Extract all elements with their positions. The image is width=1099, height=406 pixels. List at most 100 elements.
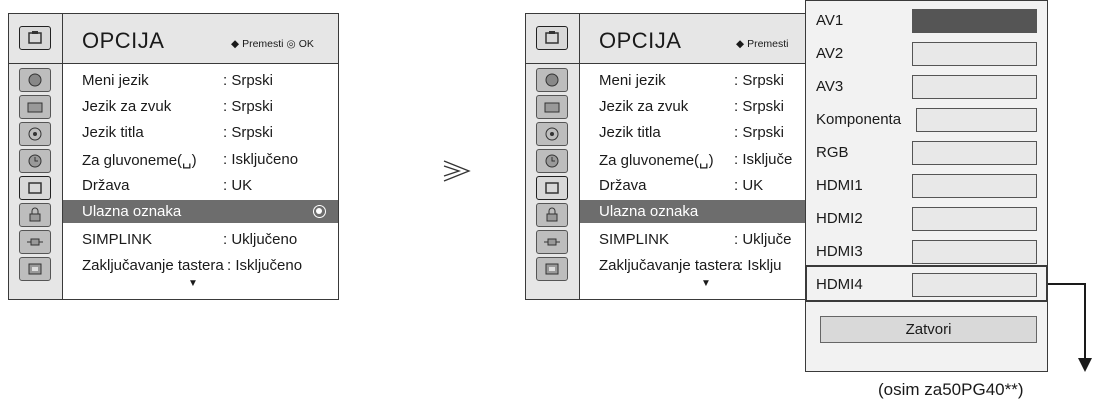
footnote: (osim za50PG40**) bbox=[878, 380, 1024, 399]
popup-row-hdmi1[interactable]: HDMI1 bbox=[806, 169, 1047, 202]
row-label: SIMPLINK bbox=[82, 231, 153, 248]
popup-row-av1[interactable]: AV1 bbox=[806, 4, 1047, 37]
row-label: Meni jezik bbox=[599, 72, 666, 89]
input-label-field[interactable] bbox=[912, 9, 1037, 33]
option-category-icon-top bbox=[9, 14, 63, 64]
row-label: Za gluvoneme(␣) bbox=[599, 152, 714, 169]
menu-row-meni-jezik[interactable]: Meni jezik : Srpski bbox=[63, 69, 338, 92]
popup-row-hdmi3[interactable]: HDMI3 bbox=[806, 235, 1047, 268]
input-name: AV3 bbox=[816, 78, 844, 95]
row-value: : Srpski bbox=[734, 72, 785, 89]
input-name: HDMI4 bbox=[816, 276, 863, 293]
menu-row-jezik-titla[interactable]: Jezik titla : Srpski bbox=[580, 121, 814, 144]
popup-row-av3[interactable]: AV3 bbox=[806, 70, 1047, 103]
input-name: AV1 bbox=[816, 12, 844, 29]
menu-row-drzava[interactable]: Država: UK bbox=[580, 174, 814, 197]
menu-row-ulazna-oznaka[interactable]: Ulazna oznaka bbox=[63, 200, 338, 223]
input-icon[interactable] bbox=[536, 230, 568, 254]
row-value: : Isključe bbox=[734, 151, 793, 168]
picture-icon[interactable] bbox=[536, 68, 568, 92]
popup-row-av2[interactable]: AV2 bbox=[806, 37, 1047, 70]
option-category-icon-top bbox=[526, 14, 580, 64]
clock-icon[interactable] bbox=[536, 122, 568, 146]
category-column bbox=[9, 64, 63, 299]
menu-row-meni-jezik[interactable]: Meni jezik : Srpski bbox=[580, 69, 814, 92]
option-menu-right: OPCIJA ◆ Premesti Meni jezik : Srpski Jez… bbox=[525, 13, 815, 300]
row-label: Jezik titla bbox=[599, 124, 661, 141]
row-label: SIMPLINK bbox=[599, 231, 670, 248]
input-label-field[interactable] bbox=[912, 240, 1037, 264]
input-name: RGB bbox=[816, 144, 849, 161]
row-value: : Srpski bbox=[734, 98, 785, 115]
input-name: AV2 bbox=[816, 45, 844, 62]
row-value: : Srpski bbox=[734, 124, 785, 141]
lock-icon[interactable] bbox=[19, 203, 51, 227]
menu-row-simplink[interactable]: SIMPLINK: Uključe bbox=[580, 228, 814, 251]
input-label-field[interactable] bbox=[912, 207, 1037, 231]
popup-row-hdmi4[interactable]: HDMI4 bbox=[806, 268, 1047, 301]
scroll-down-icon[interactable]: ▼ bbox=[188, 278, 198, 289]
row-value: : Isključeno bbox=[227, 257, 303, 274]
row-value: : Srpski bbox=[223, 98, 274, 115]
row-label: Zaključavanje tastera bbox=[599, 257, 741, 274]
row-label: Ulazna oznaka bbox=[82, 203, 182, 220]
option-icon bbox=[536, 26, 568, 50]
scroll-down-icon[interactable]: ▼ bbox=[701, 278, 711, 289]
move-arrows-icon: ◆ bbox=[736, 38, 745, 50]
popup-row-komponenta[interactable]: Komponenta bbox=[806, 103, 1047, 136]
input-name: Komponenta bbox=[816, 111, 902, 128]
selected-radio-icon bbox=[313, 205, 326, 218]
input-icon[interactable] bbox=[19, 230, 51, 254]
input-label-field[interactable] bbox=[912, 141, 1037, 165]
lock-icon[interactable] bbox=[536, 203, 568, 227]
input-label-field[interactable] bbox=[912, 75, 1037, 99]
menu-title: OPCIJA bbox=[599, 28, 682, 53]
menu-row-zakljucavanje-tastera[interactable]: Zaključavanje tastera: Isklju bbox=[580, 254, 814, 277]
menu-row-jezik-titla[interactable]: Jezik titla : Srpski bbox=[63, 121, 338, 144]
row-value: : Srpski bbox=[223, 72, 274, 89]
audio-icon[interactable] bbox=[19, 95, 51, 119]
input-label-field[interactable] bbox=[912, 42, 1037, 66]
nav-hint-move: Premesti bbox=[242, 38, 284, 50]
nav-hint-move: Premesti bbox=[747, 38, 789, 50]
nav-hint-ok: OK bbox=[298, 38, 314, 50]
popup-row-rgb[interactable]: RGB bbox=[806, 136, 1047, 169]
picture-icon[interactable] bbox=[19, 68, 51, 92]
row-label: Meni jezik bbox=[82, 72, 149, 89]
row-label: Jezik za zvuk bbox=[599, 98, 689, 115]
input-label-field[interactable] bbox=[916, 108, 1037, 132]
option-category-icon[interactable] bbox=[536, 176, 568, 200]
menu-title: OPCIJA bbox=[82, 28, 165, 53]
nav-hint: ◆ Premesti bbox=[736, 38, 789, 50]
input-name: HDMI2 bbox=[816, 210, 863, 227]
row-label: Jezik titla bbox=[82, 124, 144, 141]
usb-icon[interactable] bbox=[536, 257, 568, 281]
popup-row-hdmi2[interactable]: HDMI2 bbox=[806, 202, 1047, 235]
audio-icon[interactable] bbox=[536, 95, 568, 119]
menu-row-za-gluvoneme[interactable]: Za gluvoneme(␣): Isključeno bbox=[63, 148, 338, 171]
menu-row-za-gluvoneme[interactable]: Za gluvoneme(␣) : Isključe bbox=[580, 148, 814, 171]
row-value: : Isklju bbox=[739, 257, 782, 274]
move-arrows-icon: ◆ bbox=[231, 38, 240, 50]
option-menu-left: OPCIJA ◆ Premesti ◎ OK Meni jezik : Srpsk… bbox=[8, 13, 339, 300]
ok-icon: ◎ bbox=[286, 38, 296, 50]
clock-icon[interactable] bbox=[19, 122, 51, 146]
close-button[interactable]: Zatvori bbox=[820, 316, 1037, 343]
menu-row-drzava[interactable]: Država: UK bbox=[63, 174, 338, 197]
callout-arrow-icon bbox=[1048, 283, 1092, 372]
menu-row-simplink[interactable]: SIMPLINK: Uključeno bbox=[63, 228, 338, 251]
row-value: : Isključeno bbox=[223, 151, 299, 168]
input-label-field[interactable] bbox=[912, 174, 1037, 198]
input-label-field[interactable] bbox=[912, 273, 1037, 297]
menu-row-ulazna-oznaka[interactable]: Ulazna oznaka bbox=[580, 200, 814, 223]
input-label-popup: AV1 AV2 AV3 Komponenta RGB HDMI1 HDMI2 H… bbox=[805, 0, 1048, 372]
menu-row-zakljucavanje-tastera[interactable]: Zaključavanje tastera: Isključeno bbox=[63, 254, 338, 277]
usb-icon[interactable] bbox=[19, 257, 51, 281]
row-label: Ulazna oznaka bbox=[599, 203, 699, 220]
row-value: : Srpski bbox=[223, 124, 274, 141]
timer-icon[interactable] bbox=[536, 149, 568, 173]
timer-icon[interactable] bbox=[19, 149, 51, 173]
menu-row-jezik-za-zvuk[interactable]: Jezik za zvuk : Srpski bbox=[580, 95, 814, 118]
menu-row-jezik-za-zvuk[interactable]: Jezik za zvuk: Srpski bbox=[63, 95, 338, 118]
option-category-icon[interactable] bbox=[19, 176, 51, 200]
